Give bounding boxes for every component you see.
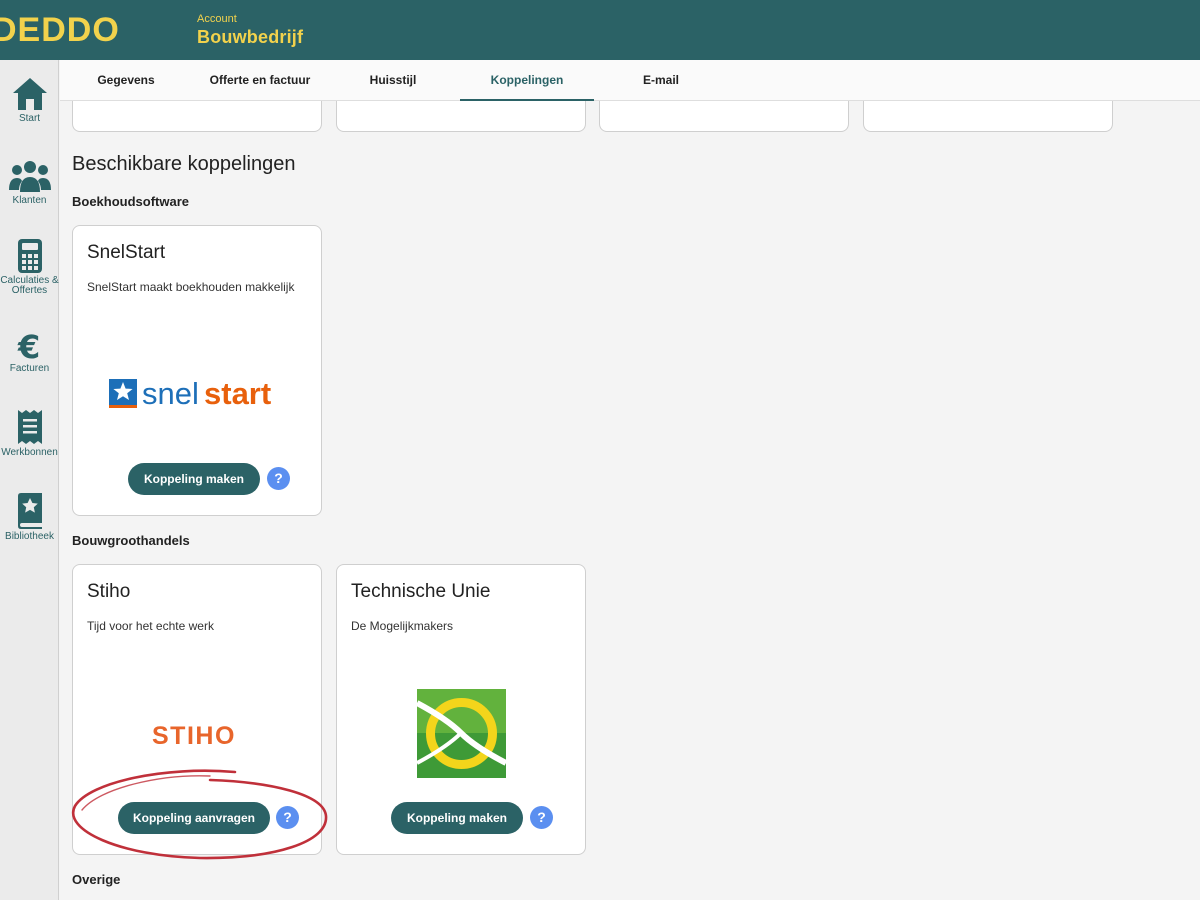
connected-card-partial (72, 101, 322, 132)
sidebar-item-start[interactable]: Start (0, 76, 59, 156)
sidebar-item-label: Start (18, 113, 41, 124)
koppeling-maken-button[interactable]: Koppeling maken (391, 802, 523, 834)
sidebar-item-klanten[interactable]: Klanten (0, 158, 59, 238)
deddo-logo[interactable]: DEDDO (0, 10, 150, 50)
logo-text: DEDDO (0, 11, 120, 49)
top-bar: DEDDO Account Bouwbedrijf (0, 0, 1200, 60)
tab-e-mail[interactable]: E-mail (620, 60, 702, 101)
sidebar-item-label-line2: Offertes (11, 285, 48, 296)
integration-card-technische-unie: Technische Unie De Mogelijkmakers Koppel… (336, 564, 586, 855)
sidebar-item-label: Klanten (12, 195, 47, 206)
sidebar-item-werkbonnen[interactable]: Werkbonnen (0, 408, 59, 488)
tab-offerte-en-factuur[interactable]: Offerte en factuur (200, 60, 320, 101)
card-description: SnelStart maakt boekhouden makkelijk (87, 280, 295, 294)
main-content: Beschikbare koppelingen Boekhoudsoftware… (60, 101, 1200, 900)
technische-unie-logo (417, 689, 506, 778)
svg-text:start: start (204, 376, 271, 411)
group-title-bouwgroothandels: Bouwgroothandels (72, 533, 190, 548)
connected-card-partial (599, 101, 849, 132)
svg-text:€: € (17, 328, 40, 362)
card-title: SnelStart (87, 242, 166, 263)
tab-huisstijl[interactable]: Huisstijl (350, 60, 436, 101)
group-title-overige: Overige (72, 872, 121, 887)
svg-text:snel: snel (142, 376, 199, 411)
help-icon[interactable]: ? (530, 806, 553, 829)
group-title-boekhoudsoftware: Boekhoudsoftware (72, 194, 190, 209)
koppeling-aanvragen-button[interactable]: Koppeling aanvragen (118, 802, 270, 834)
sidebar-item-calculaties[interactable]: Calculaties & Offertes (0, 238, 59, 318)
sidebar-item-bibliotheek[interactable]: Bibliotheek (0, 492, 59, 572)
sidebar-item-label: Facturen (9, 363, 50, 374)
svg-text:STIHO: STIHO (152, 722, 236, 748)
help-icon[interactable]: ? (276, 806, 299, 829)
koppeling-maken-button[interactable]: Koppeling maken (128, 463, 260, 495)
snelstart-logo: snel start (109, 376, 271, 411)
sidebar: Start Klanten Calculaties & Offertes € F… (0, 60, 59, 900)
sidebar-item-facturen[interactable]: € Facturen (0, 328, 59, 408)
connected-card-partial (863, 101, 1113, 132)
tab-koppelingen[interactable]: Koppelingen (460, 60, 594, 101)
card-description: Tijd voor het echte werk (87, 619, 214, 633)
account-caption: Account (197, 13, 237, 25)
euro-icon: € (17, 328, 40, 362)
library-icon (17, 493, 42, 529)
card-description: De Mogelijkmakers (351, 619, 454, 633)
sidebar-item-label: Werkbonnen (1, 447, 58, 458)
home-icon (12, 78, 47, 110)
card-title: Technische Unie (351, 581, 491, 602)
help-icon[interactable]: ? (267, 467, 290, 490)
stiho-logo: STIHO (152, 722, 236, 748)
section-title: Beschikbare koppelingen (72, 153, 296, 175)
integration-card-snelstart: SnelStart SnelStart maakt boekhouden mak… (72, 225, 322, 516)
card-title: Stiho (87, 581, 131, 602)
tab-gegevens[interactable]: Gegevens (84, 60, 168, 101)
sidebar-item-label: Bibliotheek (5, 531, 54, 542)
settings-tabs: Gegevens Offerte en factuur Huisstijl Ko… (60, 60, 1200, 101)
connected-card-partial (336, 101, 586, 132)
receipt-icon (17, 410, 42, 444)
calculator-icon (17, 239, 42, 273)
users-icon (8, 161, 51, 192)
integration-card-stiho: Stiho Tijd voor het echte werk STIHO Kop… (72, 564, 322, 855)
account-name[interactable]: Bouwbedrijf (197, 27, 303, 48)
